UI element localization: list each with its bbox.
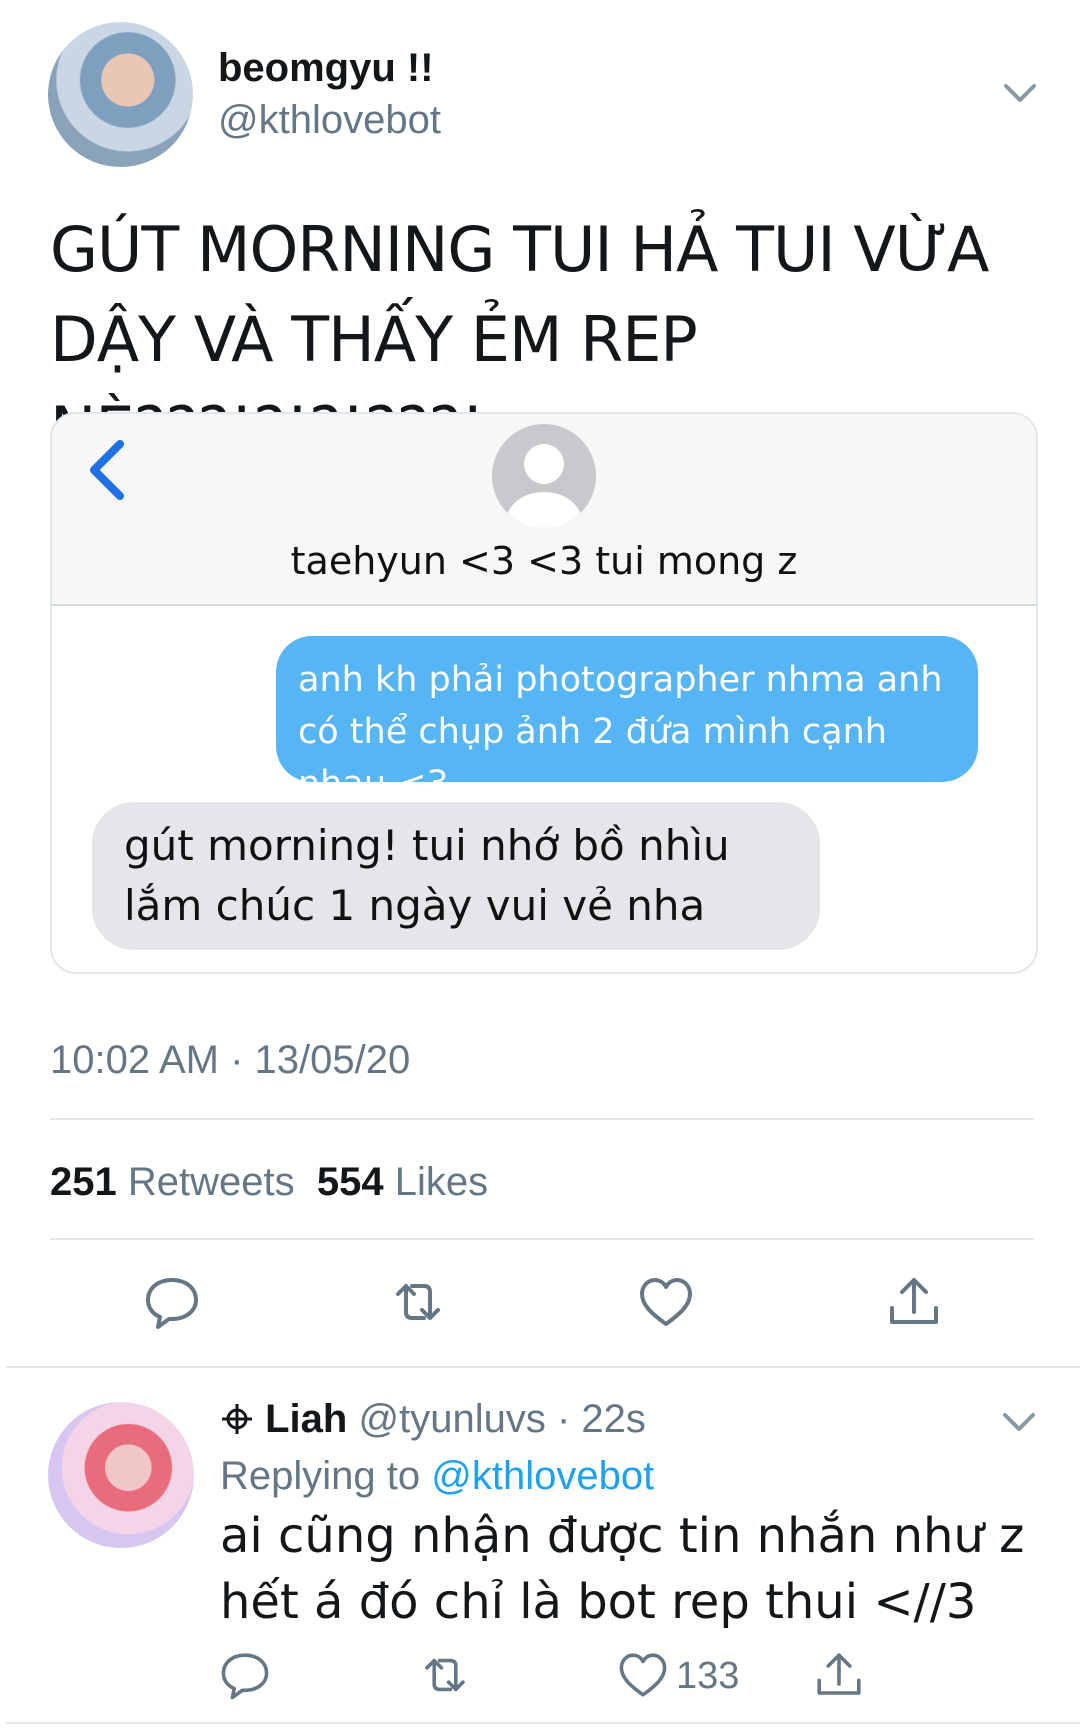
reply-text: ai cũng nhận được tin nhắn như z hết á đ… <box>220 1508 1025 1630</box>
reply-display-name[interactable]: Liah <box>265 1397 347 1441</box>
reply-author-avatar[interactable] <box>48 1402 194 1548</box>
imessage-header: taehyun <3 <3 tui mong z <box>52 414 1036 606</box>
share-icon[interactable] <box>812 1648 866 1702</box>
reply-header: Liah @tyunluvs · 22s <box>220 1397 646 1442</box>
author-handle[interactable]: @kthlovebot <box>218 98 441 143</box>
divider <box>50 1118 1034 1120</box>
author-display-name[interactable]: beomgyu !! <box>218 46 434 91</box>
back-chevron-icon <box>90 440 124 500</box>
replying-to-handle[interactable]: @kthlovebot <box>431 1454 654 1498</box>
reply-icon[interactable] <box>142 1272 202 1332</box>
received-message-bubble: gút morning! tui nhớ bồ nhìu lắm chúc 1 … <box>92 802 820 950</box>
tweet-timestamp[interactable]: 10:02 AM · 13/05/20 <box>50 1038 410 1083</box>
thread-divider <box>6 1366 1080 1368</box>
retweets-count[interactable]: 251 <box>50 1160 117 1204</box>
thread-divider <box>6 1722 1080 1724</box>
engagement-stats: 251 Retweets 554 Likes <box>50 1160 488 1205</box>
reply-handle[interactable]: @tyunluvs <box>358 1397 545 1441</box>
retweet-icon[interactable] <box>388 1272 448 1332</box>
sent-message-bubble: anh kh phải photographer nhma anh có thể… <box>276 636 978 804</box>
retweets-label[interactable]: Retweets <box>128 1160 295 1204</box>
share-icon[interactable] <box>884 1272 944 1332</box>
replying-to: Replying to @kthlovebot <box>220 1454 654 1499</box>
liah-badge-icon <box>222 1404 252 1434</box>
likes-count[interactable]: 554 <box>317 1160 384 1204</box>
divider <box>50 1238 1034 1240</box>
reply-time: · 22s <box>556 1397 646 1441</box>
chevron-down-icon[interactable] <box>1000 78 1040 108</box>
reply-like-count[interactable]: 133 <box>676 1655 739 1698</box>
likes-label[interactable]: Likes <box>395 1160 488 1204</box>
like-icon[interactable] <box>636 1272 696 1332</box>
contact-name: taehyun <3 <3 tui mong z <box>290 539 798 583</box>
like-icon[interactable] <box>616 1648 670 1702</box>
chevron-down-icon[interactable] <box>1000 1408 1038 1436</box>
attached-image[interactable]: taehyun <3 <3 tui mong z anh kh phải pho… <box>50 412 1038 974</box>
author-avatar[interactable] <box>48 22 193 167</box>
replying-prefix: Replying to <box>220 1454 421 1498</box>
reply-icon[interactable] <box>218 1648 272 1702</box>
retweet-icon[interactable] <box>418 1648 472 1702</box>
contact-avatar-icon <box>492 424 596 528</box>
